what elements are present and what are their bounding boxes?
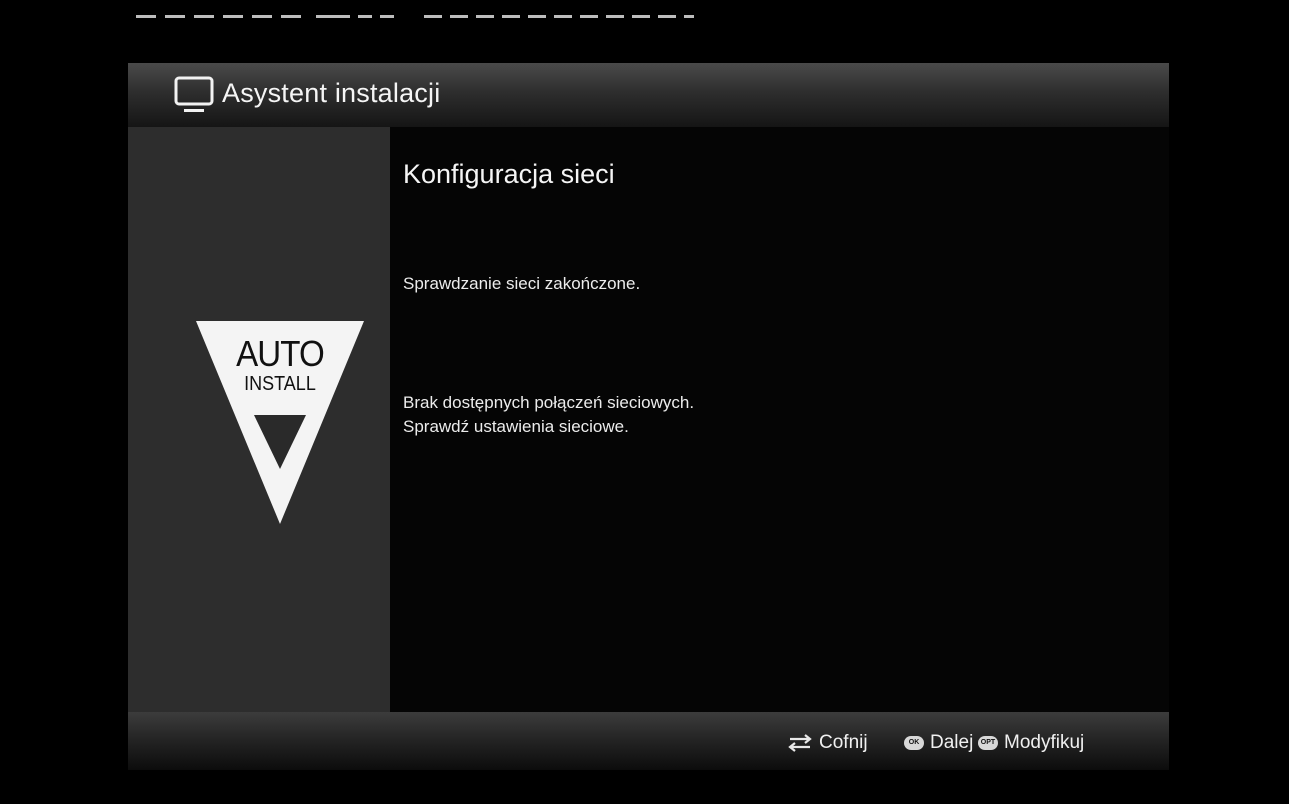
- auto-install-logo: AUTO INSTALL: [194, 319, 366, 529]
- back-arrows-icon: [788, 734, 812, 752]
- status-message: Sprawdzanie sieci zakończone.: [403, 274, 641, 293]
- wizard-sidebar: AUTO INSTALL: [128, 127, 390, 712]
- signal-ticker-decoration: [136, 15, 694, 18]
- installation-wizard-window: Asystent instalacji AUTO INSTALL Konfigu…: [128, 63, 1169, 770]
- back-hint-button[interactable]: Cofnij: [787, 730, 868, 756]
- logo-line-auto: AUTO: [236, 333, 325, 374]
- error-message-line1: Brak dostępnych połączeń sieciowych.: [403, 393, 695, 412]
- wizard-content: Konfiguracja sieci Sprawdzanie sieci zak…: [403, 127, 1143, 712]
- opt-key-icon: OPT: [978, 736, 998, 750]
- ok-key-icon: OK: [904, 736, 924, 750]
- modify-hint-button[interactable]: OPT Modyfikuj: [978, 730, 1084, 756]
- error-message-line2: Sprawdź ustawienia sieciowe.: [403, 417, 629, 436]
- logo-line-install: INSTALL: [244, 373, 316, 395]
- tv-screen: Asystent instalacji AUTO INSTALL Konfigu…: [0, 0, 1289, 804]
- tv-icon: [174, 76, 214, 112]
- next-label: Dalej: [930, 732, 974, 753]
- modify-label: Modyfikuj: [1004, 732, 1085, 753]
- wizard-footer: Cofnij OK Dalej OPT Modyfikuj: [128, 712, 1169, 770]
- wizard-title: Asystent instalacji: [222, 78, 441, 108]
- next-hint-button[interactable]: OK Dalej: [904, 730, 973, 756]
- back-label: Cofnij: [819, 732, 868, 753]
- step-title: Konfiguracja sieci: [403, 159, 615, 189]
- wizard-header: Asystent instalacji: [128, 63, 1169, 127]
